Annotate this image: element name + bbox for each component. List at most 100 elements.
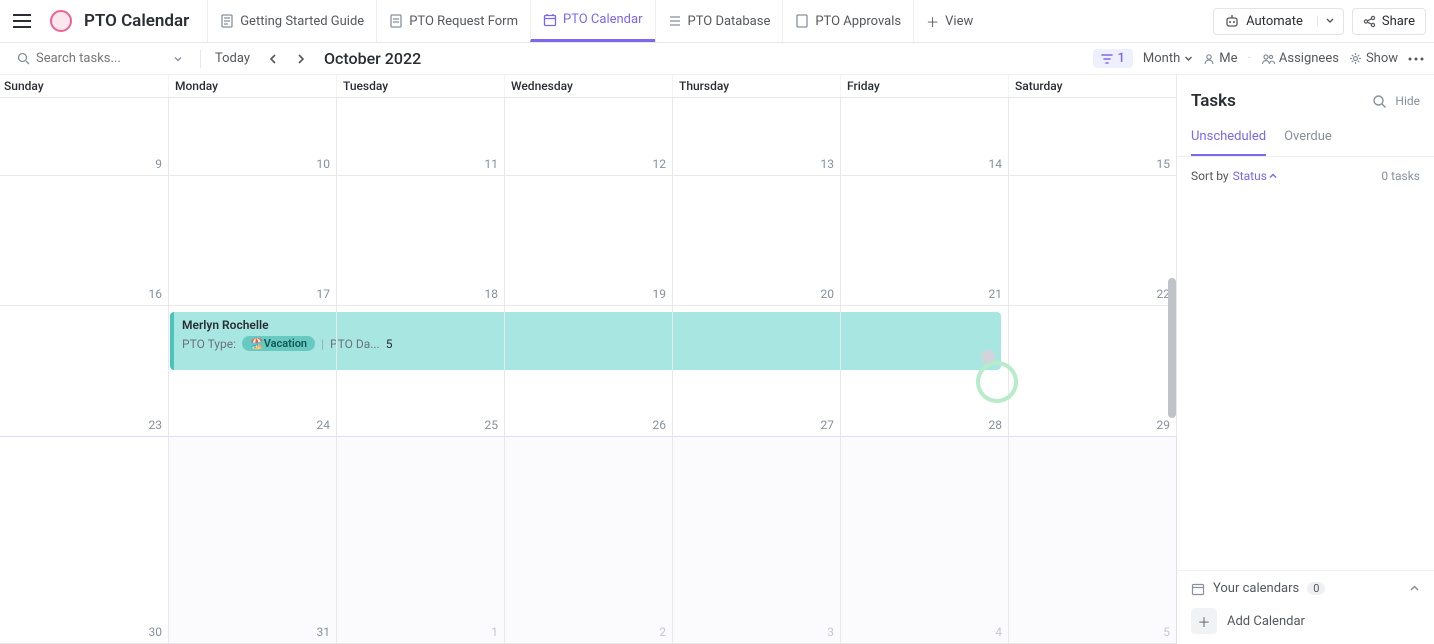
automate-dropdown[interactable]: [1317, 16, 1343, 26]
date-number: 14: [989, 157, 1003, 171]
calendar-icon: [543, 13, 557, 27]
robot-icon: [1224, 14, 1240, 28]
day-header-row: Sunday Monday Tuesday Wednesday Thursday…: [0, 75, 1176, 98]
search-input-wrap[interactable]: [10, 47, 190, 70]
day-header: Saturday: [1008, 75, 1176, 97]
date-number: 31: [317, 625, 331, 639]
date-number: 20: [821, 287, 835, 301]
calendar-cell[interactable]: 31 Frazier Celia PTO Type: 🤒Sick | PTO D…: [168, 437, 336, 643]
more-menu[interactable]: [1408, 57, 1424, 61]
calendar-cell[interactable]: 5: [1008, 437, 1176, 643]
calendar-cell[interactable]: 22: [1008, 176, 1176, 305]
automate-button[interactable]: Automate: [1213, 8, 1344, 35]
date-number: 19: [653, 287, 667, 301]
calendar-cell[interactable]: 12: [504, 98, 672, 175]
tab-unscheduled[interactable]: Unscheduled: [1191, 121, 1266, 156]
day-header: Tuesday: [336, 75, 504, 97]
tab-label: PTO Request Form: [409, 14, 518, 29]
me-label: Me: [1219, 51, 1237, 66]
share-label: Share: [1382, 14, 1415, 29]
calendar-cell[interactable]: 18: [336, 176, 504, 305]
date-number: 18: [485, 287, 499, 301]
hide-button[interactable]: Hide: [1395, 94, 1420, 108]
date-number: 1: [491, 625, 498, 639]
chevron-up-icon[interactable]: [1409, 583, 1420, 594]
show-button[interactable]: Show: [1349, 51, 1398, 66]
calendar-cell[interactable]: 21: [840, 176, 1008, 305]
date-number: 25: [485, 418, 499, 432]
gear-icon: [1349, 52, 1362, 65]
month-label: October 2022: [324, 49, 421, 68]
calendar-cell[interactable]: 26: [504, 306, 672, 435]
date-number: 29: [1157, 418, 1171, 432]
calendar-cell[interactable]: 2: [504, 437, 672, 643]
calendar-count: 0: [1307, 582, 1325, 595]
calendar-cell[interactable]: 23: [0, 306, 168, 435]
calendar-cell[interactable]: 25: [336, 306, 504, 435]
show-label: Show: [1366, 51, 1398, 66]
calendar-week: 16 17 18 19 20 21 22: [0, 176, 1176, 306]
date-number: 28: [989, 418, 1003, 432]
form-icon: [389, 14, 403, 28]
date-number: 27: [821, 418, 835, 432]
date-number: 4: [995, 625, 1002, 639]
add-view-label: View: [945, 14, 973, 29]
filter-button[interactable]: 1: [1093, 49, 1132, 68]
assignees-filter[interactable]: Assignees: [1261, 51, 1339, 66]
tab-label: Getting Started Guide: [240, 14, 364, 29]
calendar-cell[interactable]: 24 Merlyn Rochelle PTO Type: 🏖️Vacation …: [168, 306, 336, 435]
tab-pto-calendar[interactable]: PTO Calendar: [530, 0, 655, 42]
calendar-cell[interactable]: 27: [672, 306, 840, 435]
today-button[interactable]: Today: [211, 49, 254, 68]
your-calendars-label: Your calendars: [1213, 581, 1299, 596]
calendar-week: 9 10 11 12 13 14 15: [0, 98, 1176, 176]
calendar-cell[interactable]: 10: [168, 98, 336, 175]
people-icon: [1261, 53, 1275, 65]
calendar-cell[interactable]: 20: [672, 176, 840, 305]
menu-icon[interactable]: [8, 7, 36, 35]
search-icon: [17, 52, 30, 65]
date-number: 23: [149, 418, 163, 432]
sidebar-title: Tasks: [1191, 91, 1364, 111]
calendar-cell[interactable]: 3: [672, 437, 840, 643]
filter-icon: [1101, 53, 1113, 65]
calendar-cell[interactable]: 30: [0, 437, 168, 643]
calendar-cell[interactable]: 1: [336, 437, 504, 643]
sort-status-selector[interactable]: Status: [1233, 169, 1277, 183]
tab-overdue[interactable]: Overdue: [1284, 121, 1332, 156]
calendar-cell[interactable]: 4: [840, 437, 1008, 643]
date-number: 16: [149, 287, 163, 301]
tab-pto-database[interactable]: PTO Database: [655, 0, 783, 42]
calendar-cell[interactable]: 11: [336, 98, 504, 175]
calendar-cell[interactable]: 15: [1008, 98, 1176, 175]
calendar-week: 30 31 Frazier Celia PTO Type: 🤒Sick | PT…: [0, 437, 1176, 644]
date-number: 15: [1157, 157, 1171, 171]
add-view-button[interactable]: ＋ View: [913, 0, 985, 42]
search-input[interactable]: [36, 51, 156, 66]
search-icon[interactable]: [1372, 94, 1387, 109]
date-number: 21: [989, 287, 1003, 301]
prev-month-button[interactable]: [264, 51, 282, 67]
me-filter[interactable]: Me: [1203, 51, 1237, 66]
next-month-button[interactable]: [292, 51, 310, 67]
add-calendar-button[interactable]: ＋ Add Calendar: [1191, 608, 1420, 634]
share-button[interactable]: Share: [1352, 8, 1426, 35]
vacation-badge: 🏖️Vacation: [242, 336, 315, 351]
scrollbar[interactable]: [1168, 278, 1176, 418]
calendar-cell[interactable]: 13: [672, 98, 840, 175]
date-number: 26: [653, 418, 667, 432]
tab-pto-approvals[interactable]: PTO Approvals: [782, 0, 913, 42]
calendar-cell[interactable]: 16: [0, 176, 168, 305]
view-mode-selector[interactable]: Month: [1143, 51, 1193, 66]
calendar-cell[interactable]: 29: [1008, 306, 1176, 435]
tab-label: PTO Approvals: [815, 14, 901, 29]
tab-getting-started[interactable]: Getting Started Guide: [207, 0, 376, 42]
calendar-cell[interactable]: 9: [0, 98, 168, 175]
tab-request-form[interactable]: PTO Request Form: [376, 0, 530, 42]
calendar-cell[interactable]: 17: [168, 176, 336, 305]
chevron-down-icon[interactable]: [173, 54, 183, 64]
calendar-cell[interactable]: 14: [840, 98, 1008, 175]
calendar-cell[interactable]: 19: [504, 176, 672, 305]
sort-by-label: Sort by: [1191, 169, 1229, 183]
date-number: 10: [317, 157, 331, 171]
